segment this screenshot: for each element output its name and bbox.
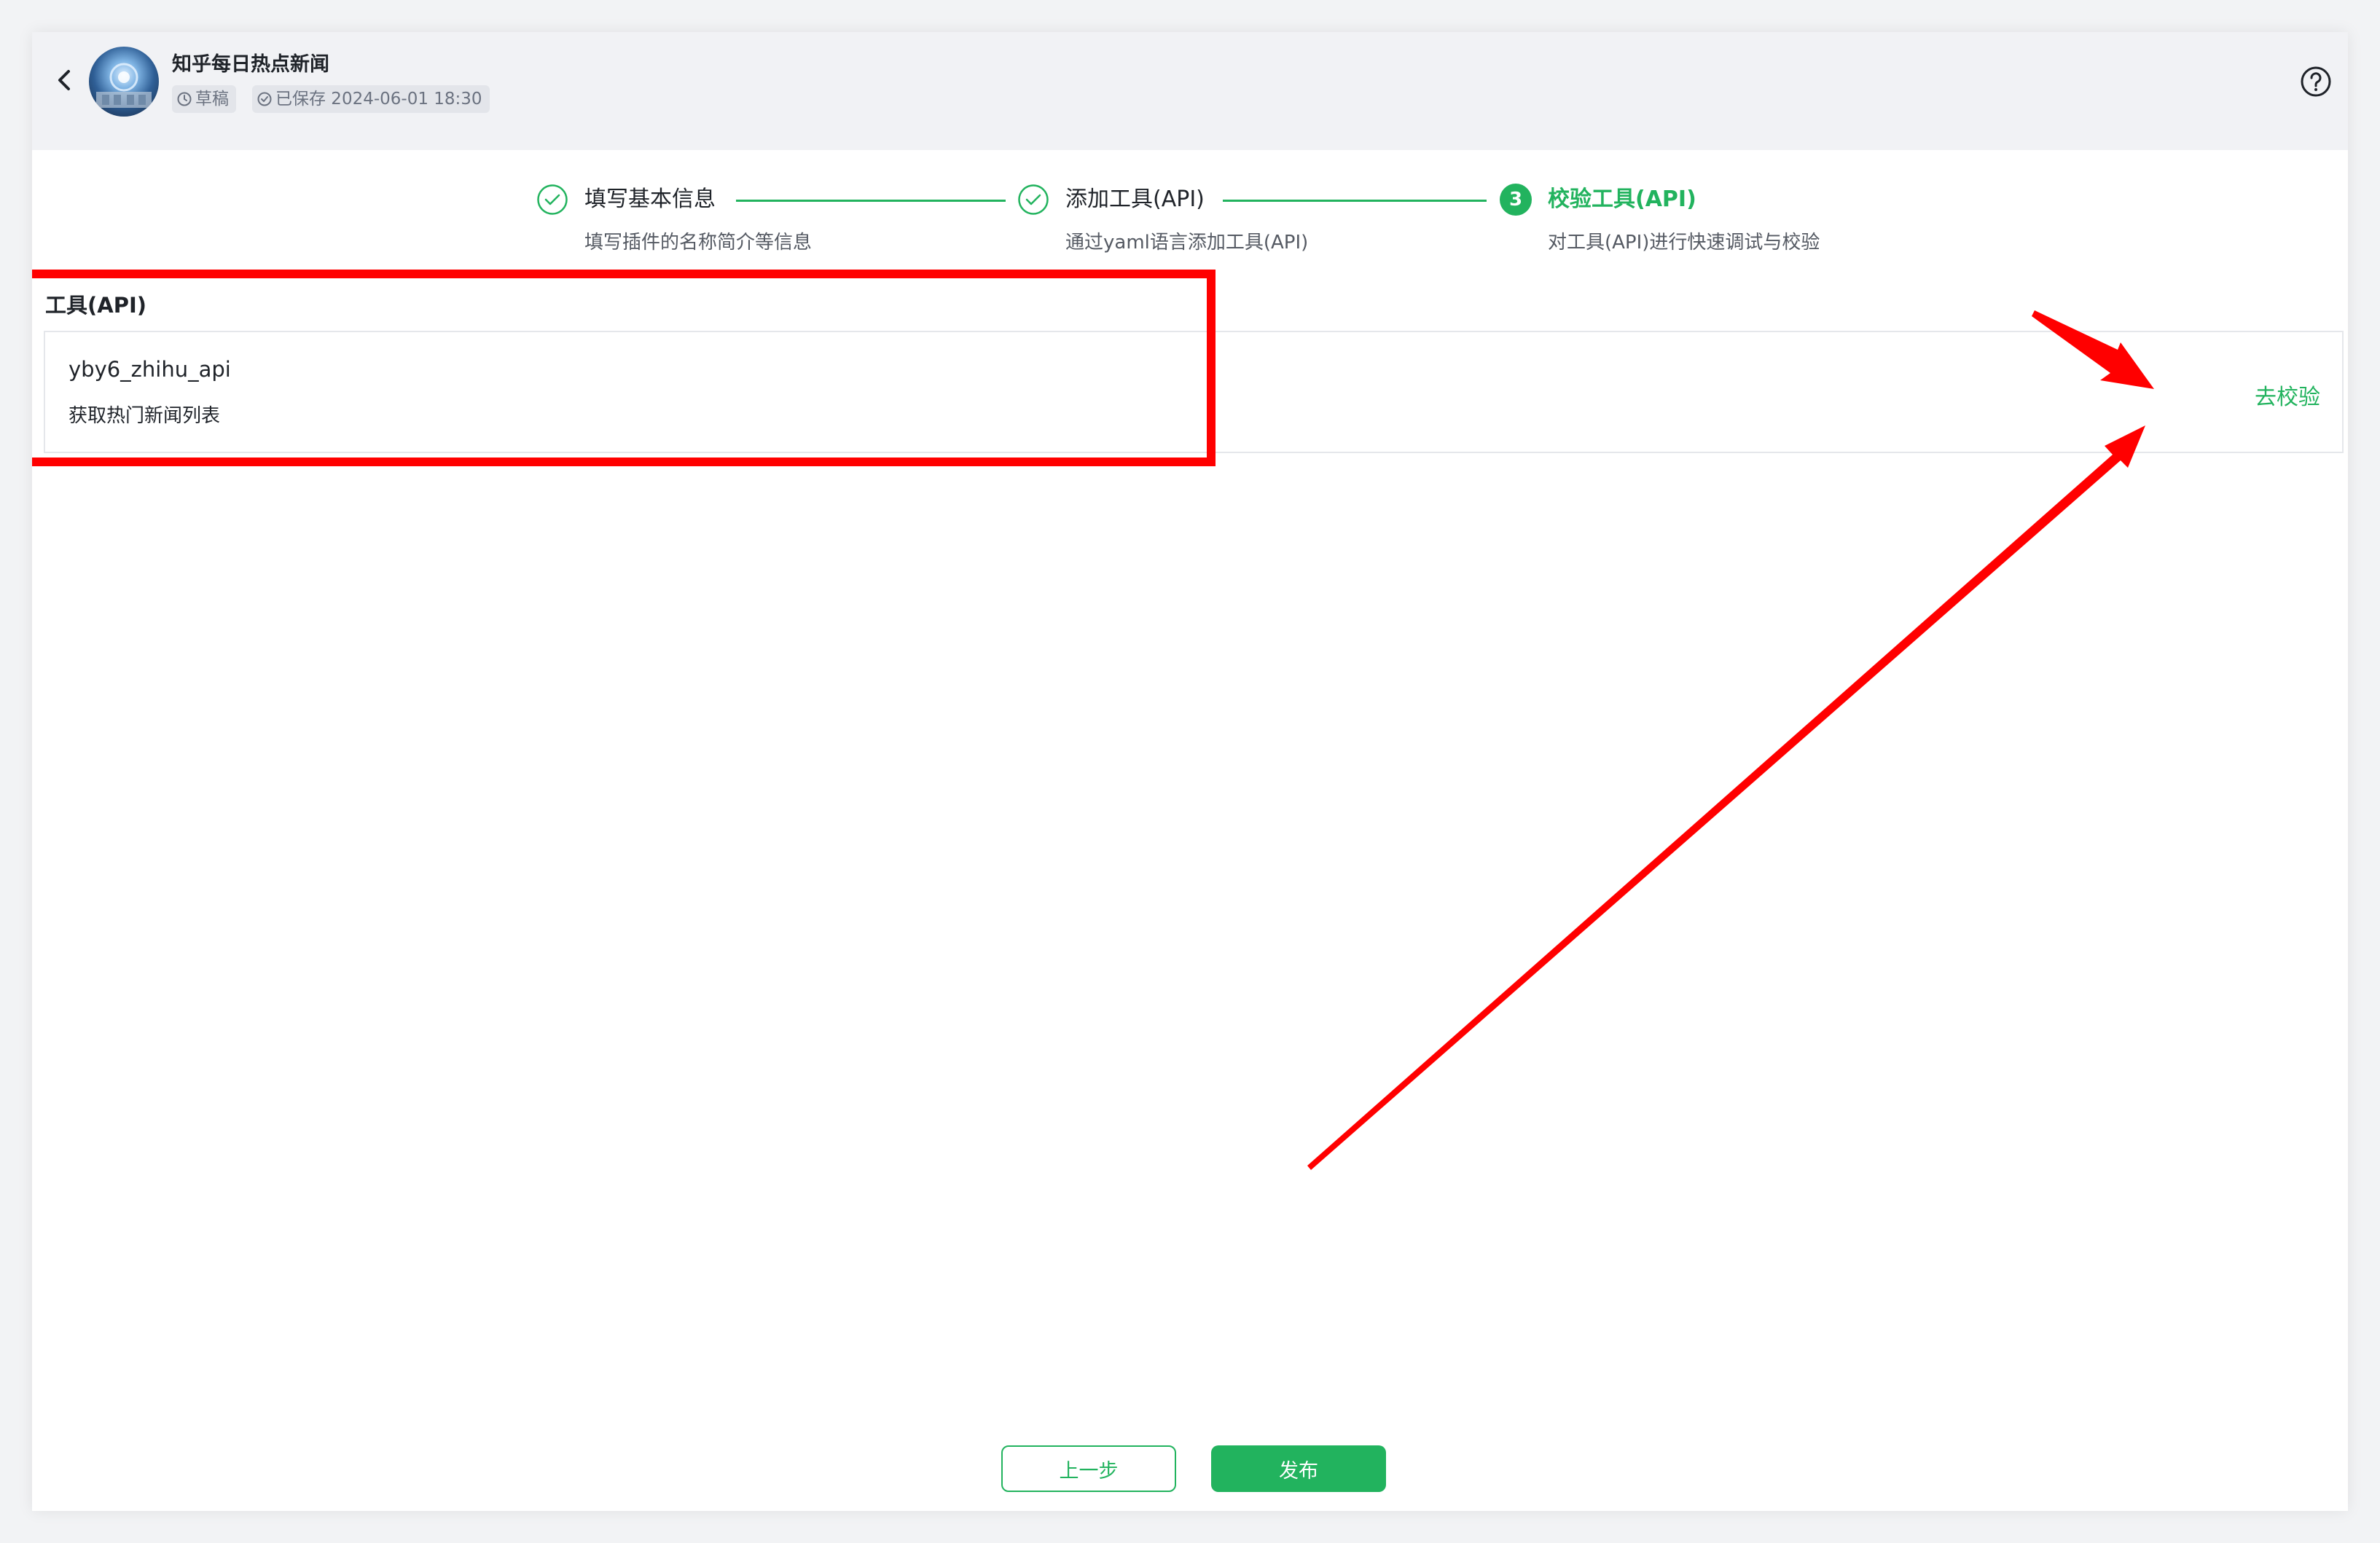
clock-icon xyxy=(177,92,192,106)
step-connector-2 xyxy=(1223,200,1487,202)
step-3-number-badge: 3 xyxy=(1500,184,1532,216)
plugin-avatar xyxy=(89,47,159,117)
help-button[interactable] xyxy=(2300,66,2332,98)
verify-tool-link[interactable]: 去校验 xyxy=(2255,379,2320,411)
step-3-title: 校验工具(API) xyxy=(1548,187,1696,212)
step-1-title: 填写基本信息 xyxy=(584,187,716,212)
plugin-editor-window: 知乎每日热点新闻 草稿 已保存 2024-06-01 18:30 填写基本信息 … xyxy=(32,32,2348,1511)
plugin-title: 知乎每日热点新闻 xyxy=(172,53,329,76)
previous-step-button[interactable]: 上一步 xyxy=(1001,1445,1176,1492)
tool-name: yby6_zhihu_api xyxy=(68,357,231,382)
saved-status-badge: 已保存 2024-06-01 18:30 xyxy=(252,85,490,113)
header-bar: 知乎每日热点新闻 草稿 已保存 2024-06-01 18:30 xyxy=(32,32,2348,150)
tool-description: 获取热门新闻列表 xyxy=(68,405,221,427)
saved-status-text: 已保存 2024-06-01 18:30 xyxy=(275,90,482,109)
draft-status-badge: 草稿 xyxy=(172,85,236,113)
tool-card: yby6_zhihu_api 获取热门新闻列表 去校验 xyxy=(44,331,2344,453)
step-3-desc: 对工具(API)进行快速调试与校验 xyxy=(1548,232,1820,254)
check-circle-icon xyxy=(257,92,272,106)
step-2-desc: 通过yaml语言添加工具(API) xyxy=(1065,232,1309,254)
tools-section-title: 工具(API) xyxy=(45,293,146,318)
question-circle-icon xyxy=(2301,66,2331,97)
step-1-done-icon xyxy=(536,184,568,216)
step-connector-1 xyxy=(736,200,1006,202)
step-2-title: 添加工具(API) xyxy=(1065,187,1205,212)
step-2-done-icon xyxy=(1017,184,1049,216)
draft-status-text: 草稿 xyxy=(195,90,229,109)
step-1-desc: 填写插件的名称简介等信息 xyxy=(584,232,813,254)
annotation-arrow-bottom xyxy=(1307,425,2145,1170)
chevron-left-icon xyxy=(58,70,70,90)
back-button[interactable] xyxy=(50,66,79,95)
step-3-number: 3 xyxy=(1500,184,1532,216)
publish-button[interactable]: 发布 xyxy=(1211,1445,1386,1492)
